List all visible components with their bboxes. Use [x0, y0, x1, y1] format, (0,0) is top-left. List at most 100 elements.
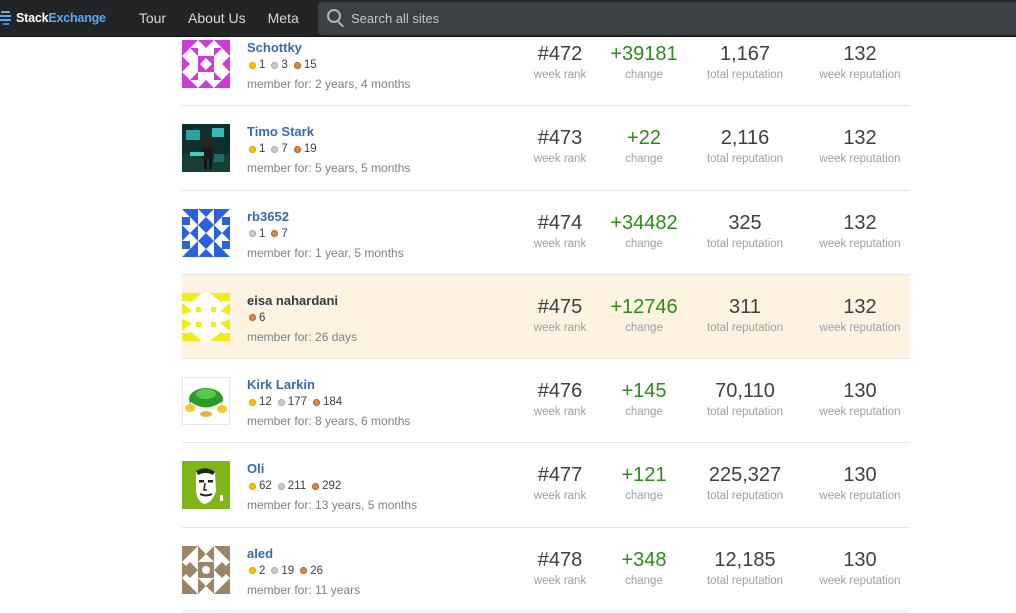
user-name-link[interactable]: rb3652: [247, 209, 289, 224]
bronze-badge-icon: [271, 230, 279, 238]
gold-badge: 1: [249, 59, 265, 71]
bronze-badge: 15: [293, 59, 317, 71]
change-stat: +121 change: [621, 464, 667, 503]
user-name-link[interactable]: Timo Stark: [247, 124, 314, 139]
total-reputation-stat: 225,327 total reputation: [706, 464, 784, 503]
search-input[interactable]: [351, 3, 1016, 34]
member-since: member for: 8 years, 6 months: [247, 414, 411, 429]
user-name-link[interactable]: aled: [247, 546, 273, 561]
silver-badge: 211: [277, 480, 306, 492]
gold-badge-icon: [249, 145, 256, 153]
silver-badge-icon: [249, 230, 256, 238]
week-reputation-stat: 132 week reputation: [819, 295, 901, 334]
week-rank-stat: #472 week rank: [533, 43, 587, 81]
user-badges: 2 19 26: [249, 565, 329, 577]
stackexchange-logo-icon: [0, 11, 11, 25]
week-reputation-stat: 130 week reputation: [819, 464, 901, 503]
change-stat: +22 change: [625, 127, 663, 166]
silver-badge: 177: [277, 396, 307, 408]
week-rank-stat: #473 week rank: [533, 127, 587, 166]
week-rank-stat: #474 week rank: [533, 211, 587, 250]
gold-badge: 2: [249, 565, 265, 577]
silver-badge: 7: [271, 143, 288, 155]
week-rank-stat: #476 week rank: [533, 380, 587, 419]
logo-text: StackExchange: [16, 11, 106, 25]
member-since: member for: 2 years, 4 months: [247, 77, 411, 91]
user-badges: 6: [249, 312, 271, 324]
gold-badge-icon: [249, 567, 256, 575]
top-bar: StackExchange Tour About Us Meta: [0, 0, 1016, 37]
user-row: Timo Stark 1 7 19 member for: 5 years, 5…: [182, 106, 910, 191]
nav-tour[interactable]: Tour: [128, 0, 177, 37]
user-name-link[interactable]: eisa nahardani: [247, 293, 338, 308]
total-reputation-stat: 2,116 total reputation: [706, 127, 784, 166]
silver-badge-icon: [277, 398, 285, 406]
user-row: aled 2 19 26 member for: 11 years #478 we…: [182, 527, 910, 613]
bronze-badge-icon: [249, 314, 256, 322]
member-since: member for: 1 year, 5 months: [247, 245, 404, 260]
bronze-badge: 184: [312, 396, 342, 408]
total-reputation-stat: 311 total reputation: [706, 295, 784, 334]
silver-badge-icon: [277, 482, 285, 490]
change-stat: +39181 change: [610, 43, 678, 81]
avatar-identicon-magenta[interactable]: [182, 40, 230, 88]
user-badges: 1 7 19: [249, 143, 323, 155]
bronze-badge: 26: [300, 565, 323, 577]
bronze-badge: 7: [271, 228, 288, 240]
user-row: Oli 62 211 292 member for: 13 years, 5 m…: [182, 443, 910, 528]
silver-badge: 19: [271, 565, 294, 577]
user-badges: 1 3 15: [249, 59, 323, 71]
user-name-link[interactable]: Kirk Larkin: [247, 377, 315, 392]
member-since: member for: 11 years: [247, 582, 361, 597]
search-icon: [327, 8, 347, 29]
change-stat: +348 change: [621, 548, 667, 587]
stackexchange-logo[interactable]: StackExchange: [0, 0, 106, 37]
user-name-link[interactable]: Schottky: [247, 40, 302, 55]
bronze-badge-icon: [293, 61, 301, 69]
gold-badge: 12: [249, 396, 272, 408]
bronze-badge: 6: [249, 312, 265, 324]
week-reputation-stat: 132 week reputation: [819, 127, 901, 166]
week-rank-stat: #477 week rank: [533, 464, 587, 503]
user-name-link[interactable]: Oli: [247, 461, 264, 476]
member-since: member for: 13 years, 5 months: [247, 498, 418, 513]
silver-badge-icon: [271, 145, 279, 153]
user-badges: 62 211 292: [249, 480, 347, 492]
total-reputation-stat: 12,185 total reputation: [706, 548, 784, 587]
silver-badge: 1: [249, 228, 265, 240]
bronze-badge: 19: [293, 143, 317, 155]
silver-badge-icon: [271, 567, 279, 575]
week-rank-stat: #478 week rank: [533, 548, 587, 587]
change-stat: +145 change: [621, 380, 667, 419]
avatar-identicon-taupe[interactable]: [182, 545, 230, 594]
total-reputation-stat: 1,167 total reputation: [706, 43, 784, 81]
search-box[interactable]: [318, 2, 1016, 35]
user-list: Schottky 1 3 15 member for: 2 years, 4 m…: [182, 22, 910, 613]
avatar-identicon-blue[interactable]: [182, 208, 230, 257]
user-row: Kirk Larkin 12 177 184 member for: 8 yea…: [182, 359, 910, 444]
bronze-badge-icon: [312, 398, 320, 406]
change-stat: +34482 change: [610, 211, 678, 250]
bronze-badge: 292: [312, 480, 341, 492]
gold-badge-icon: [249, 482, 256, 490]
user-row-highlighted: eisa nahardani 6 member for: 26 days #47…: [182, 274, 910, 360]
week-rank-stat: #475 week rank: [533, 295, 587, 334]
avatar-green-face[interactable]: [182, 461, 230, 510]
change-stat: +12746 change: [610, 295, 678, 334]
member-since: member for: 26 days: [247, 329, 358, 344]
gold-badge: 62: [249, 480, 272, 492]
week-reputation-stat: 132 week reputation: [819, 43, 901, 81]
week-reputation-stat: 130 week reputation: [819, 380, 901, 419]
total-reputation-stat: 325 total reputation: [706, 211, 784, 250]
avatar-identicon-yellow[interactable]: [182, 292, 230, 341]
bronze-badge-icon: [300, 567, 308, 575]
avatar-green-shell[interactable]: [182, 377, 230, 426]
bronze-badge-icon: [312, 482, 320, 490]
user-badges: 1 7: [249, 228, 294, 240]
nav-meta[interactable]: Meta: [257, 0, 310, 37]
week-reputation-stat: 132 week reputation: [819, 211, 901, 250]
nav-about-us[interactable]: About Us: [177, 0, 257, 37]
avatar-photo-dark-teal[interactable]: [182, 124, 230, 173]
user-row: rb3652 1 7 member for: 1 year, 5 months …: [182, 190, 910, 275]
bronze-badge-icon: [293, 145, 301, 153]
